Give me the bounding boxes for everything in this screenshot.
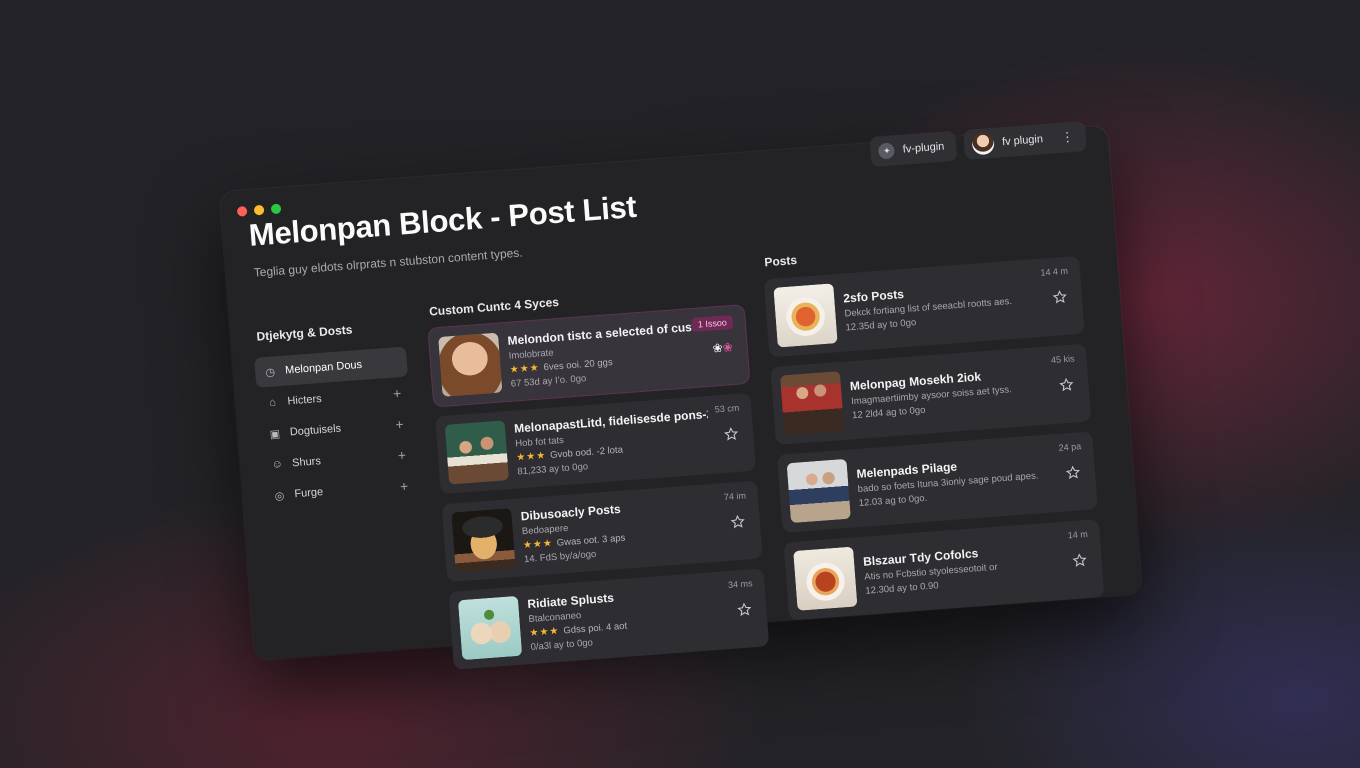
star-icon[interactable] <box>1065 464 1082 481</box>
puzzle-icon: ✦ <box>878 142 896 160</box>
list-item[interactable]: Dibusoacly Posts Bedoapere ★★★ Gwas oot.… <box>441 480 763 583</box>
post-thumbnail <box>457 595 523 661</box>
rating-text: Gdss poi. 4 aot <box>563 620 628 637</box>
posts-column-title: Posts <box>763 252 798 270</box>
list-item[interactable]: MelonapastLitd, fidelisesde pons-23 Hob … <box>435 392 757 495</box>
list-item[interactable]: Melonpag Mosekh 2iok Imagmaertiimby ayso… <box>770 343 1092 446</box>
plugin-chip-label: fv-plugin <box>902 140 945 156</box>
list-item[interactable]: Ridiate Splusts Btalconaneo ★★★ Gdss poi… <box>448 568 770 670</box>
star-icon[interactable] <box>1051 289 1068 306</box>
sidebar-item-label: Dogtuisels <box>289 422 342 439</box>
post-time: 53 cm <box>714 402 740 415</box>
post-thumbnail <box>779 371 845 436</box>
user-chip[interactable]: fv plugin ⋮ <box>963 120 1087 161</box>
rating-stars: ★★★ <box>522 538 554 552</box>
window-controls <box>236 203 282 217</box>
add-icon[interactable]: + <box>392 385 401 402</box>
custom-post-list: Melondon tistc a selected of custom Imol… <box>428 305 770 670</box>
maximize-button[interactable] <box>270 203 282 215</box>
rating-stars: ★★★ <box>529 625 560 640</box>
star-icon[interactable] <box>1058 376 1075 393</box>
header-actions: ✦ fv-plugin fv plugin ⋮ <box>869 120 1087 168</box>
sidebar-heading: Dtjekytg & Dosts <box>256 322 353 344</box>
app-window: ✦ fv-plugin fv plugin ⋮ Melonpan Block -… <box>219 120 1143 670</box>
posts-list: 2sfo Posts Dekck fortiang list of seeacb… <box>763 255 1105 621</box>
more-menu-icon[interactable]: ⋮ <box>1060 129 1074 146</box>
list-item[interactable]: Melondon tistc a selected of custom Imol… <box>428 305 750 407</box>
globe-icon: ◎ <box>274 489 285 503</box>
sidebar-nav: ◷ Melonpan Dous ⌂ Hicters + ▣ Dogtuisels… <box>254 346 417 512</box>
list-item[interactable]: Melenpads Pilage bado so foets Ituna 3io… <box>776 431 1098 533</box>
page-title: Melonpan Block - Post List <box>247 188 638 253</box>
add-icon[interactable]: + <box>399 478 408 495</box>
sidebar-item-label: Shurs <box>291 455 322 470</box>
star-icon[interactable] <box>1071 552 1088 569</box>
add-icon[interactable]: + <box>395 416 404 433</box>
avatar <box>971 131 995 156</box>
sidebar-item-label: Furge <box>294 486 324 501</box>
sidebar-item-label: Hicters <box>287 392 323 408</box>
users-icon: ☺ <box>271 458 284 471</box>
user-chip-label: fv plugin <box>1001 133 1044 149</box>
star-icon[interactable] <box>729 514 746 531</box>
post-time: 14 4 m <box>1040 265 1069 278</box>
post-thumbnail <box>451 508 516 573</box>
post-thumbnail <box>773 283 838 348</box>
plugin-chip[interactable]: ✦ fv-plugin <box>869 130 958 168</box>
star-icon[interactable] <box>736 601 753 618</box>
add-icon[interactable]: + <box>397 447 406 464</box>
post-time: 14 m <box>1067 528 1089 541</box>
minimize-button[interactable] <box>253 204 265 216</box>
home-icon: ⌂ <box>268 396 277 409</box>
post-thumbnail <box>786 458 851 524</box>
star-icon[interactable] <box>723 426 740 443</box>
post-time: 74 im <box>723 490 747 503</box>
sidebar-item-label: Melonpan Dous <box>284 358 363 377</box>
post-time: 34 ms <box>727 578 753 591</box>
clock-icon: ◷ <box>265 365 276 379</box>
rating-stars: ★★★ <box>509 362 541 376</box>
custom-column-title: Custom Cuntc 4 Syces <box>428 294 560 319</box>
list-item[interactable]: Blszaur Tdy Cofolcs Atis no Fcbstio styo… <box>783 519 1105 621</box>
rating-stars: ★★★ <box>515 450 547 464</box>
post-thumbnail <box>438 332 503 397</box>
close-button[interactable] <box>236 206 248 217</box>
post-thumbnail <box>793 546 858 611</box>
lock-icon: ▣ <box>269 427 281 441</box>
post-time: 45 kis <box>1050 353 1075 366</box>
post-time: 24 pa <box>1058 441 1082 453</box>
post-thumbnail <box>444 420 510 485</box>
flower-icon: ❀❀ <box>712 340 734 356</box>
list-item[interactable]: 2sfo Posts Dekck fortiang list of seeacb… <box>763 255 1085 358</box>
